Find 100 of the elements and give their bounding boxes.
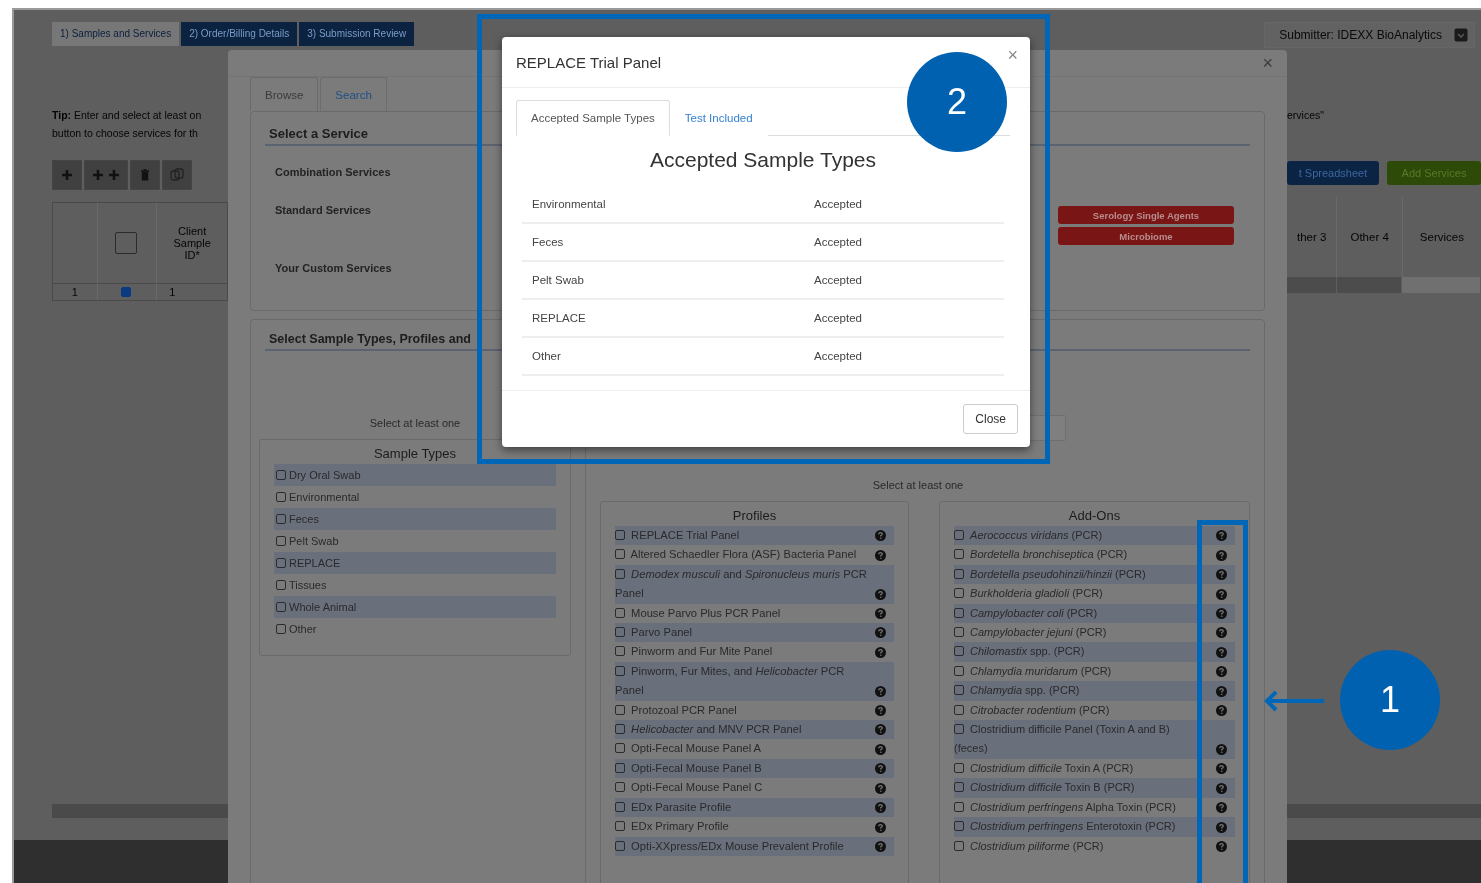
profile-option[interactable]: Opti-Fecal Mouse Panel C: [615, 778, 871, 798]
arrow: [1264, 690, 1324, 712]
checkbox[interactable]: [276, 624, 286, 634]
service-category[interactable]: Combination Services: [275, 166, 392, 178]
help-icon[interactable]: [1216, 666, 1227, 678]
table-cell: Accepted: [814, 274, 862, 286]
profile-option[interactable]: Mouse Parvo Plus PCR Panel: [615, 603, 871, 624]
service-category[interactable]: Your Custom Services: [275, 262, 392, 274]
service-button[interactable]: Serology Single Agents: [1058, 206, 1234, 224]
help-icon[interactable]: [1216, 608, 1227, 620]
help-icon[interactable]: [875, 763, 886, 775]
action-button[interactable]: t Spreadsheet: [1287, 161, 1379, 185]
help-icon[interactable]: [875, 549, 886, 561]
help-icon[interactable]: [1216, 646, 1227, 658]
sample-type-option[interactable]: Environmental: [274, 486, 556, 508]
sample-type-option[interactable]: Pelt Swab: [274, 530, 556, 552]
list-title: Sample Types: [372, 446, 458, 461]
add-row-button[interactable]: [52, 160, 82, 190]
service-category[interactable]: Standard Services: [275, 204, 392, 216]
help-icon[interactable]: [1216, 569, 1227, 581]
help-icon[interactable]: [1216, 802, 1227, 814]
step-tab[interactable]: 1) Samples and Services: [52, 22, 180, 46]
help-icon[interactable]: [1216, 763, 1227, 775]
profile-option[interactable]: Opti-Fecal Mouse Panel A: [615, 739, 871, 759]
tab[interactable]: Browse: [250, 77, 319, 111]
help-icon[interactable]: [1216, 530, 1227, 542]
help-icon[interactable]: [875, 530, 886, 542]
help-icon[interactable]: [875, 608, 886, 620]
help-icon[interactable]: [1216, 627, 1227, 639]
profile-option[interactable]: EDx Primary Profile: [615, 817, 871, 837]
table-cell-text: Pelt Swab: [531, 274, 585, 286]
help-icon[interactable]: [875, 588, 886, 600]
tip-text: button to choose services for th: [52, 126, 199, 141]
add-on-option[interactable]: Clostridium difficile Toxin A (PCR): [954, 758, 1180, 779]
help-icon[interactable]: [875, 627, 886, 639]
help-icon[interactable]: [1216, 588, 1227, 600]
step-tab[interactable]: 2) Order/Billing Details: [181, 22, 298, 46]
service-button[interactable]: Microbiome: [1058, 227, 1234, 245]
add-on-option[interactable]: Citrobacter rodentium (PCR): [954, 700, 1180, 721]
table-cell-text: Feces: [531, 236, 565, 248]
help-icon[interactable]: [875, 705, 886, 717]
help-icon[interactable]: [1216, 685, 1227, 697]
profile-option[interactable]: Altered Schaedler Flora (ASF) Bacteria Panel: [615, 545, 871, 565]
row-checkbox[interactable]: [120, 287, 131, 297]
checkbox[interactable]: [276, 492, 286, 502]
close-button[interactable]: Close: [963, 404, 1018, 434]
help-icon[interactable]: [875, 724, 886, 736]
checkbox[interactable]: [276, 602, 286, 612]
modal-title: REPLACE Trial Panel: [516, 53, 662, 71]
help-icon[interactable]: [875, 840, 886, 852]
tab[interactable]: Search: [320, 77, 387, 111]
add-rows-button[interactable]: [84, 160, 128, 190]
profile-option[interactable]: Protozoal PCR Panel: [615, 700, 871, 721]
profile-option[interactable]: Pinworm and Fur Mite Panel: [615, 642, 871, 662]
help-icon[interactable]: [1216, 743, 1227, 755]
checkbox[interactable]: [276, 536, 286, 546]
checkbox[interactable]: [276, 580, 286, 590]
delete-button[interactable]: [130, 160, 160, 190]
table-cell: Accepted: [814, 312, 862, 324]
help-icon[interactable]: [875, 743, 886, 755]
help-icon[interactable]: [875, 782, 886, 794]
submitter-dropdown[interactable]: Submitter: IDEXX BioAnalytics: [1264, 22, 1475, 48]
step-tab[interactable]: 3) Submission Review: [299, 22, 415, 46]
table-cell: Accepted: [814, 236, 862, 248]
help-icon[interactable]: [1216, 821, 1227, 833]
sample-type-option[interactable]: Other: [274, 618, 556, 640]
checkbox[interactable]: [276, 514, 286, 524]
close-icon[interactable]: ×: [1007, 45, 1018, 66]
checkbox[interactable]: [276, 470, 286, 480]
help-icon[interactable]: [1216, 705, 1227, 717]
table-cell[interactable]: [1287, 277, 1337, 293]
help-icon[interactable]: [875, 821, 886, 833]
sample-type-option[interactable]: REPLACE: [274, 552, 556, 574]
help-icon[interactable]: [875, 685, 886, 697]
table-cell[interactable]: [1337, 277, 1402, 293]
add-on-option[interactable]: Campylobacter jejuni (PCR): [954, 623, 1180, 643]
help-icon[interactable]: [1216, 549, 1227, 561]
table-cell-text: Other: [531, 350, 562, 362]
add-on-option[interactable]: Clostridium piliforme (PCR): [954, 836, 1180, 856]
add-on-option[interactable]: Bordetella bronchiseptica (PCR): [954, 545, 1180, 565]
add-on-option[interactable]: Chlamydia muridarum (PCR): [954, 661, 1180, 682]
tab[interactable]: Accepted Sample Types: [516, 100, 670, 136]
add-on-option[interactable]: Burkholderia gladioli (PCR): [954, 584, 1180, 604]
sample-type-option[interactable]: Feces: [274, 508, 556, 530]
table-cell: Accepted: [814, 350, 862, 362]
help-icon[interactable]: [875, 802, 886, 814]
plus-icon: [61, 169, 73, 181]
section-title: Select Sample Types, Profiles and: [269, 332, 471, 346]
add-on-option[interactable]: Clostridium perfringens Alpha Toxin (PCR): [954, 797, 1180, 818]
help-icon[interactable]: [1216, 782, 1227, 794]
select-all-checkbox[interactable]: [114, 232, 137, 254]
sample-type-option[interactable]: Whole Animal: [274, 596, 556, 618]
column-header: Client Sample ID*: [172, 224, 212, 263]
help-icon[interactable]: [875, 646, 886, 658]
sample-type-option[interactable]: Tissues: [274, 574, 556, 596]
sample-type-option[interactable]: Dry Oral Swab: [274, 464, 556, 486]
number-badge: 1: [1340, 650, 1440, 750]
checkbox[interactable]: [276, 558, 286, 568]
close-icon[interactable]: ×: [1262, 52, 1273, 74]
help-icon[interactable]: [1216, 840, 1227, 852]
